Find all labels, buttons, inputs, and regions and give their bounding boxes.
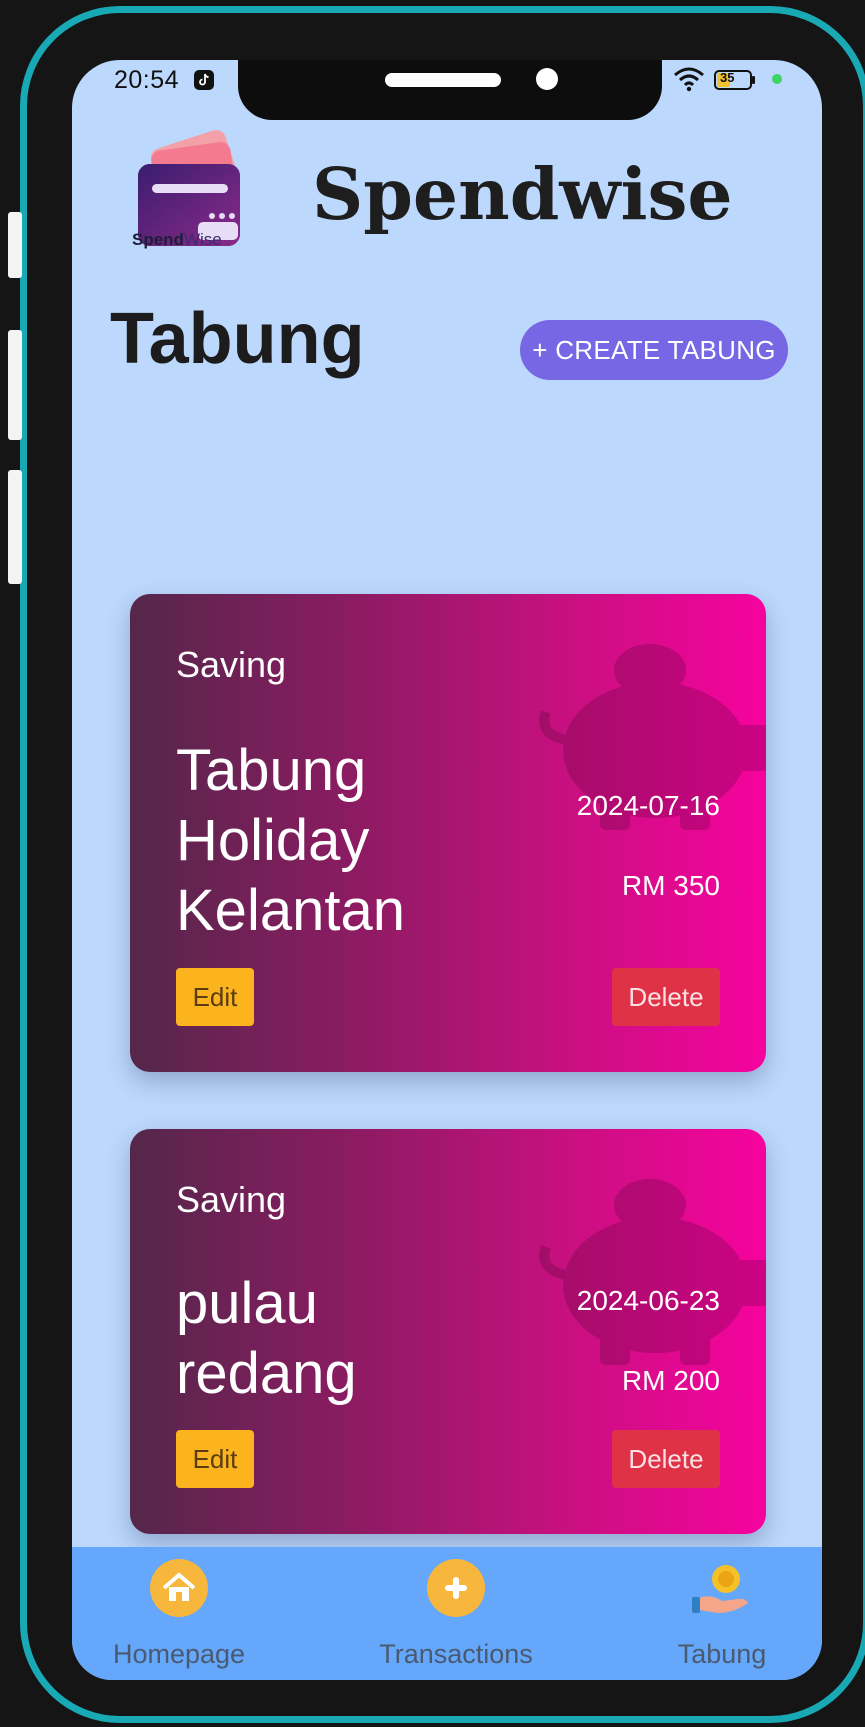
card-title: pulau redang bbox=[176, 1271, 357, 1406]
nav-label-homepage: Homepage bbox=[112, 1639, 246, 1669]
create-tabung-button[interactable]: + CREATE TABUNG bbox=[520, 320, 788, 380]
card-title: Tabung Holiday Kelantan bbox=[176, 738, 405, 943]
nav-label-transactions: Transactions bbox=[379, 1639, 533, 1669]
bottom-navigation: Homepage Transactions Tabung bbox=[72, 1547, 822, 1680]
battery-level: 35 bbox=[720, 70, 735, 85]
delete-button[interactable]: Delete bbox=[612, 968, 720, 1026]
delete-button[interactable]: Delete bbox=[612, 1430, 720, 1488]
home-icon bbox=[150, 1559, 208, 1617]
card-category: Saving bbox=[176, 644, 287, 685]
nav-item-transactions[interactable]: Transactions bbox=[356, 1547, 556, 1680]
nav-label-tabung: Tabung bbox=[677, 1639, 767, 1669]
page-title: Tabung bbox=[110, 299, 365, 379]
speaker-grille bbox=[385, 73, 501, 87]
card-date: 2024-07-16 bbox=[576, 790, 720, 821]
coin-hand-icon bbox=[692, 1565, 748, 1613]
tabung-card: Saving Tabung Holiday Kelantan 2024-07-1… bbox=[130, 594, 766, 1072]
app-name: Spendwise bbox=[312, 152, 733, 236]
camera-notch bbox=[238, 60, 662, 120]
nav-item-homepage[interactable]: Homepage bbox=[79, 1547, 279, 1680]
plus-icon bbox=[427, 1559, 485, 1617]
tabung-card: Saving pulau redang 2024-06-23 RM 200 Ed… bbox=[130, 1129, 766, 1534]
nav-item-tabung[interactable]: Tabung bbox=[622, 1547, 822, 1680]
front-camera bbox=[536, 68, 558, 90]
status-time: 20:54 bbox=[114, 66, 180, 94]
phone-side-button bbox=[8, 330, 22, 440]
piggy-bank-icon bbox=[539, 1179, 766, 1365]
tiktok-icon bbox=[194, 70, 214, 90]
phone-side-button bbox=[8, 212, 22, 278]
app-screen: 20:54 35 SpendWise Spendwise Tabung + CR… bbox=[72, 60, 822, 1680]
card-category: Saving bbox=[176, 1179, 287, 1220]
card-date: 2024-06-23 bbox=[576, 1285, 720, 1316]
edit-button[interactable]: Edit bbox=[176, 968, 254, 1026]
phone-side-button bbox=[8, 470, 22, 584]
edit-button[interactable]: Edit bbox=[176, 1430, 254, 1488]
wifi-icon bbox=[674, 67, 704, 92]
card-amount: RM 350 bbox=[621, 870, 720, 901]
logo-wordmark: SpendWise bbox=[132, 230, 222, 249]
card-amount: RM 200 bbox=[621, 1365, 720, 1396]
privacy-dot-icon bbox=[772, 74, 782, 84]
